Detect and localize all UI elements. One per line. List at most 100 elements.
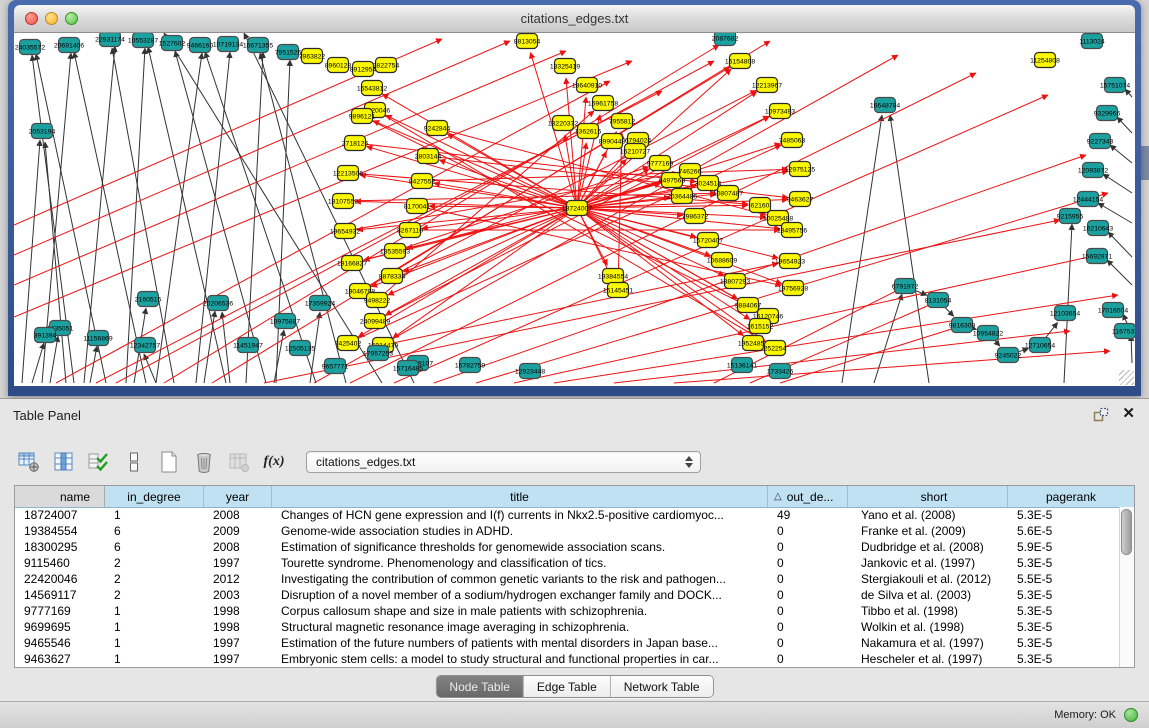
cell-name[interactable]: 9115460	[15, 556, 105, 570]
graph-node[interactable]: 24035572	[15, 40, 45, 55]
cell-title[interactable]: Embryonic stem cells: a model to study s…	[272, 652, 768, 666]
cell-title[interactable]: Corpus callosum shape and size in male p…	[272, 604, 768, 618]
graph-node[interactable]: 16671355	[243, 38, 273, 53]
graph-node[interactable]: 19756928	[778, 281, 808, 296]
cell-short[interactable]: Dudbridge et al. (2008)	[848, 540, 1008, 554]
close-panel-icon[interactable]: ✕	[1122, 404, 1135, 422]
cell-in_degree[interactable]: 1	[105, 652, 204, 666]
cell-title[interactable]: Structural magnetic resonance image aver…	[272, 620, 768, 634]
cell-title[interactable]: Disruption of a novel member of a sodium…	[272, 588, 768, 602]
float-panel-icon[interactable]	[1093, 407, 1109, 422]
cell-year[interactable]: 1997	[204, 636, 272, 650]
graph-node[interactable]: 17957253	[363, 346, 393, 361]
graph-node[interactable]: 2160515	[135, 292, 162, 307]
graph-node[interactable]: 9242844	[424, 121, 451, 136]
cell-out_degree[interactable]: 0	[768, 524, 848, 538]
select-rows-button[interactable]	[86, 449, 112, 475]
graph-node[interactable]: 24099489	[360, 314, 390, 329]
graph-node[interactable]: 9498222	[364, 293, 391, 308]
graph-node[interactable]: 7951526	[275, 45, 302, 60]
network-canvas[interactable]: 1872400719384554977716964975687462663024…	[14, 33, 1135, 386]
graph-node[interactable]: 12213967	[752, 78, 782, 93]
cell-pagerank[interactable]: 5.3E-5	[1008, 508, 1119, 522]
graph-node[interactable]: 7963822	[299, 49, 326, 64]
graph-node[interactable]: 8131054	[925, 293, 952, 308]
cell-year[interactable]: 1997	[204, 556, 272, 570]
cell-in_degree[interactable]: 2	[105, 588, 204, 602]
cell-name[interactable]: 22420046	[15, 572, 105, 586]
graph-node[interactable]: 1362615	[575, 124, 602, 139]
cell-short[interactable]: Wolkin et al. (1998)	[848, 620, 1008, 634]
cell-in_degree[interactable]: 1	[105, 636, 204, 650]
graph-node[interactable]: 13220372	[548, 116, 578, 131]
graph-node[interactable]: 1527602	[159, 36, 186, 51]
graph-node[interactable]: 12923448	[515, 364, 545, 379]
graph-node[interactable]: 11451947	[233, 338, 263, 353]
graph-node[interactable]: 6791972	[892, 279, 919, 294]
graph-node[interactable]: 15145451	[603, 283, 633, 298]
graph-node[interactable]: 8267110	[397, 223, 423, 238]
graph-node[interactable]: 7955812	[609, 114, 636, 129]
graph-node[interactable]: 15751074	[1100, 78, 1130, 93]
table-row[interactable]: 946554611997Estimation of the future num…	[15, 635, 1119, 651]
table-vertical-scrollbar[interactable]	[1119, 507, 1134, 667]
graph-node[interactable]: 1167533	[1112, 324, 1135, 339]
graph-node[interactable]: 746266	[679, 164, 702, 179]
cell-title[interactable]: Estimation of significance thresholds fo…	[272, 540, 768, 554]
graph-node[interactable]: 9227343	[1087, 134, 1114, 149]
graph-node[interactable]: 12103654	[1050, 306, 1080, 321]
graph-node[interactable]: 10553287	[128, 33, 158, 48]
cell-name[interactable]: 19384554	[15, 524, 105, 538]
graph-node[interactable]: 9463627	[787, 192, 814, 207]
cell-out_degree[interactable]: 49	[768, 508, 848, 522]
graph-node[interactable]: 10807487	[713, 186, 743, 201]
cell-title[interactable]: Tourette syndrome. Phenomenology and cla…	[272, 556, 768, 570]
cell-pagerank[interactable]: 5.3E-5	[1008, 556, 1119, 570]
graph-node[interactable]: 2822754	[373, 58, 400, 73]
graph-node[interactable]: 9777169	[647, 156, 674, 171]
new-table-button[interactable]	[156, 449, 182, 475]
table-row[interactable]: 946362711997Embryonic stem cells: a mode…	[15, 651, 1119, 667]
graph-node[interactable]: 18807293	[720, 274, 750, 289]
graph-node[interactable]: 12505135	[285, 341, 315, 356]
cell-out_degree[interactable]: 0	[768, 556, 848, 570]
cell-out_degree[interactable]: 0	[768, 540, 848, 554]
graph-node[interactable]: 10688609	[707, 253, 737, 268]
graph-node[interactable]: 12342757	[130, 338, 160, 353]
cell-short[interactable]: Franke et al. (2009)	[848, 524, 1008, 538]
cell-short[interactable]: de Silva et al. (2003)	[848, 588, 1008, 602]
cell-short[interactable]: Jankovic et al. (1997)	[848, 556, 1008, 570]
graph-node[interactable]: 12093872	[1078, 163, 1108, 178]
cell-name[interactable]: 18300295	[15, 540, 105, 554]
graph-node[interactable]: 8813054	[514, 34, 541, 49]
cell-pagerank[interactable]: 5.5E-5	[1008, 572, 1119, 586]
graph-node[interactable]: 8878334	[379, 269, 406, 284]
graph-node[interactable]: 7986372	[682, 209, 709, 224]
cell-name[interactable]: 9777169	[15, 604, 105, 618]
column-header-in-degree[interactable]: in_degree	[105, 486, 204, 507]
cell-pagerank[interactable]: 5.3E-5	[1008, 588, 1119, 602]
cell-name[interactable]: 14569117	[15, 588, 105, 602]
graph-node[interactable]: 16210643	[1083, 221, 1113, 236]
graph-node[interactable]: 12975125	[785, 162, 815, 177]
table-row[interactable]: 1830029562008Estimation of significance …	[15, 539, 1119, 555]
graph-node[interactable]: 7425402	[335, 336, 362, 351]
cell-name[interactable]: 9463627	[15, 652, 105, 666]
cell-year[interactable]: 2008	[204, 508, 272, 522]
graph-node[interactable]: 252254	[764, 341, 787, 356]
cell-in_degree[interactable]: 1	[105, 604, 204, 618]
graph-node[interactable]: 19384554	[598, 269, 628, 284]
graph-node[interactable]: 15136141	[727, 358, 757, 373]
cell-in_degree[interactable]: 1	[105, 620, 204, 634]
select-column-button[interactable]	[51, 449, 77, 475]
table-row[interactable]: 977716911998Corpus callosum shape and si…	[15, 603, 1119, 619]
cell-pagerank[interactable]: 5.3E-5	[1008, 604, 1119, 618]
graph-node[interactable]: 9245022	[995, 348, 1022, 363]
window-resize-grip[interactable]	[1119, 370, 1134, 385]
cell-short[interactable]: Tibbo et al. (1998)	[848, 604, 1008, 618]
cell-out_degree[interactable]: 0	[768, 604, 848, 618]
graph-node[interactable]: 9816309	[949, 318, 976, 333]
table-row[interactable]: 2242004622012Investigating the contribut…	[15, 571, 1119, 587]
graph-node[interactable]: 20364486	[667, 189, 697, 204]
cell-in_degree[interactable]: 2	[105, 556, 204, 570]
